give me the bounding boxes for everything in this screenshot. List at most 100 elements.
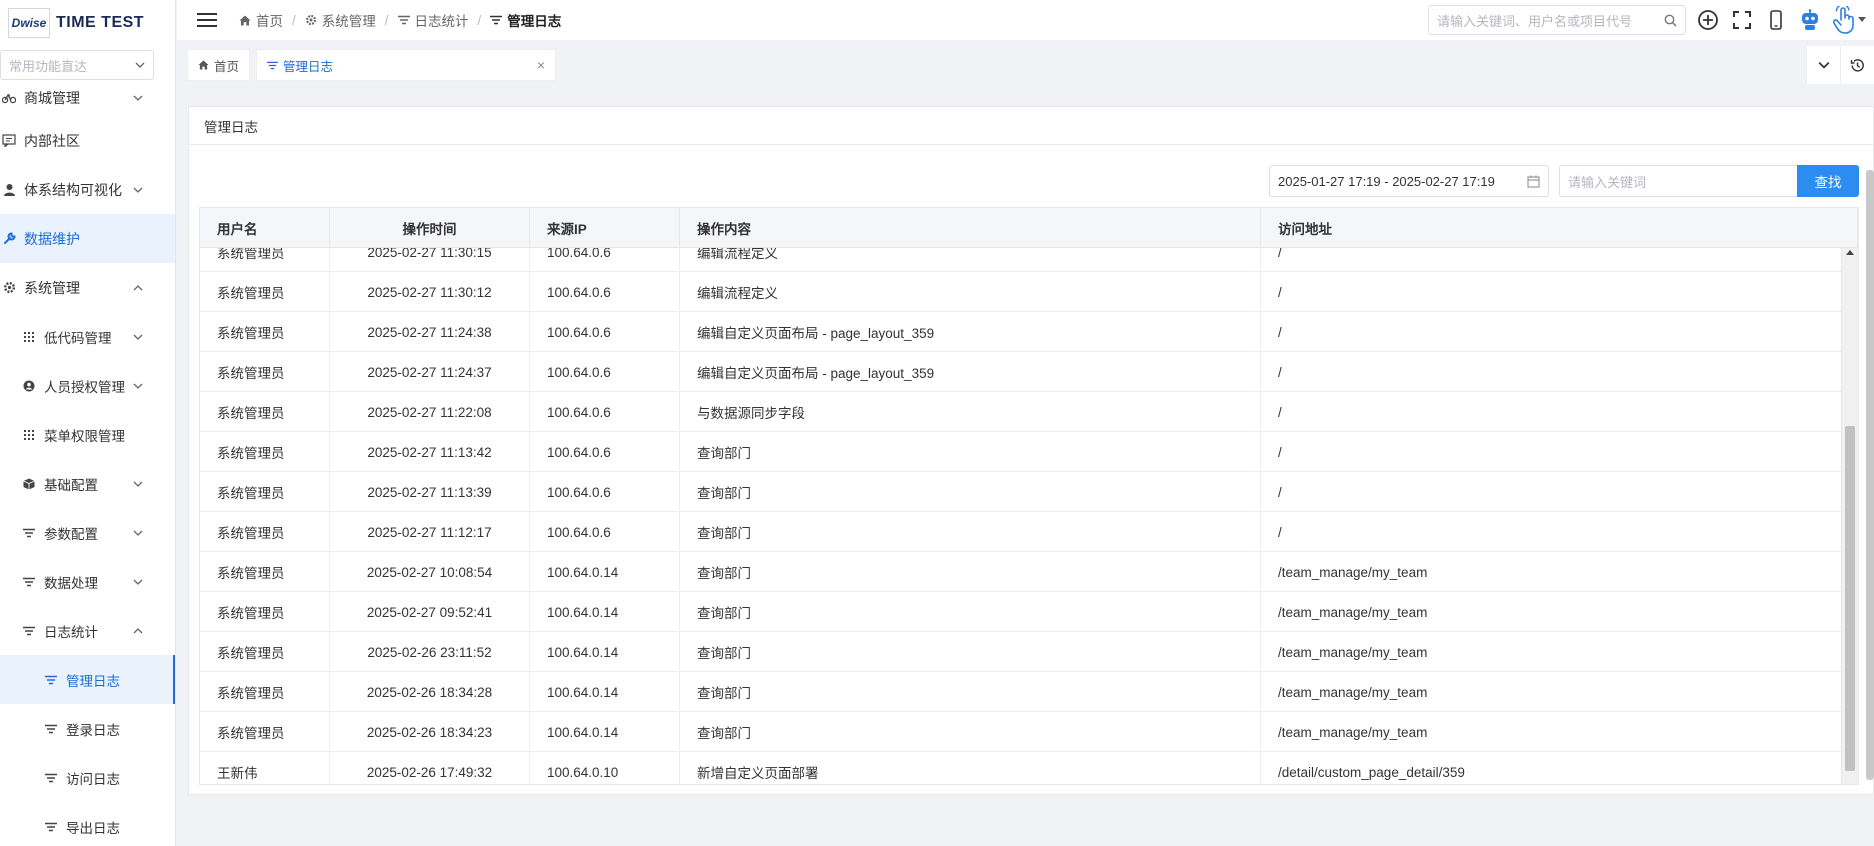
filter-icon	[22, 526, 36, 540]
bike-icon	[2, 91, 16, 105]
cell-content: 查询部门	[680, 472, 1261, 512]
cell-url: /team_manage/my_team	[1261, 592, 1843, 632]
table-row[interactable]: 系统管理员 2025-02-27 11:30:15 100.64.0.6 编辑流程定义…	[200, 248, 1843, 272]
table-row[interactable]: 系统管理员 2025-02-27 09:52:41 100.64.0.14 查询部门 /…	[200, 592, 1843, 632]
column-header-content[interactable]: 操作内容	[680, 208, 1261, 248]
sidebar-item-mall[interactable]: 商城管理	[0, 80, 175, 116]
sidebar-item-admin-log[interactable]: 管理日志	[0, 655, 175, 704]
quick-search-select[interactable]: 常用功能直达	[0, 50, 154, 80]
cell-ip: 100.64.0.6	[530, 432, 680, 472]
cell-content: 编辑自定义页面布局 - page_layout_359	[680, 312, 1261, 352]
sidebar-item-login-log[interactable]: 登录日志	[0, 704, 175, 753]
touch-hand-icon[interactable]	[1832, 6, 1866, 34]
tab-label: 首页	[214, 59, 240, 74]
close-icon[interactable]: ×	[537, 57, 545, 73]
chevron-down-icon	[133, 481, 143, 487]
table-row[interactable]: 系统管理员 2025-02-26 18:34:23 100.64.0.14 查询部门 /…	[200, 712, 1843, 752]
table-row[interactable]: 系统管理员 2025-02-27 11:24:37 100.64.0.6 编辑自定义页…	[200, 352, 1843, 392]
search-button[interactable]: 查找	[1797, 165, 1859, 197]
table-row[interactable]: 系统管理员 2025-02-27 11:30:12 100.64.0.6 编辑流程定义…	[200, 272, 1843, 312]
user-icon	[2, 183, 16, 197]
history-icon	[1850, 58, 1864, 72]
scroll-thumb[interactable]	[1845, 426, 1855, 771]
table-scrollbar[interactable]	[1841, 248, 1858, 784]
sidebar-item-log-stats[interactable]: 日志统计	[0, 606, 175, 655]
sidebar-item-label: 导出日志	[66, 820, 120, 836]
sidebar-item-param-config[interactable]: 参数配置	[0, 508, 175, 557]
table-row[interactable]: 系统管理员 2025-02-27 11:22:08 100.64.0.6 与数据源同步…	[200, 392, 1843, 432]
cell-url: /	[1261, 472, 1843, 512]
filter-icon	[44, 673, 58, 687]
cell-ip: 100.64.0.6	[530, 248, 680, 272]
breadcrumb-separator: /	[477, 12, 482, 28]
search-icon[interactable]	[1664, 14, 1677, 27]
table-row[interactable]: 系统管理员 2025-02-27 11:24:38 100.64.0.6 编辑自定义页…	[200, 312, 1843, 352]
sidebar-item-community[interactable]: 内部社区	[0, 116, 175, 165]
table-row[interactable]: 系统管理员 2025-02-27 11:13:42 100.64.0.6 查询部门 /	[200, 432, 1843, 472]
sidebar-item-system[interactable]: 系统管理	[0, 263, 175, 312]
sidebar-item-user-auth[interactable]: 人员授权管理	[0, 361, 175, 410]
history-button[interactable]	[1840, 46, 1874, 84]
cell-username: 系统管理员	[200, 312, 330, 352]
log-panel: 管理日志 2025-01-27 17:19 - 2025-02-27 17:19…	[188, 106, 1874, 795]
menu-toggle-icon[interactable]	[197, 13, 217, 27]
cell-content: 查询部门	[680, 592, 1261, 632]
column-header-ip[interactable]: 来源IP	[530, 208, 680, 248]
breadcrumb-log-stats[interactable]: 日志统计	[397, 10, 469, 30]
table-row[interactable]: 系统管理员 2025-02-27 10:08:54 100.64.0.14 查询部门 /…	[200, 552, 1843, 592]
cell-url: /detail/custom_page_detail/359	[1261, 752, 1843, 784]
sidebar-item-label: 人员授权管理	[44, 379, 125, 395]
column-header-username[interactable]: 用户名	[200, 208, 330, 248]
cell-username: 王新伟	[200, 752, 330, 784]
cell-url: /	[1261, 512, 1843, 552]
robot-icon[interactable]	[1798, 8, 1822, 32]
sidebar-item-menu-permission[interactable]: 菜单权限管理	[0, 410, 175, 459]
cell-url: /team_manage/my_team	[1261, 672, 1843, 712]
logo[interactable]: Dwise TIME TEST	[0, 0, 175, 46]
table-row[interactable]: 系统管理员 2025-02-27 11:13:39 100.64.0.6 查询部门 /	[200, 472, 1843, 512]
cell-content: 查询部门	[680, 512, 1261, 552]
tab-admin-log[interactable]: 管理日志 ×	[256, 49, 557, 81]
keyword-input[interactable]: 请输入关键词	[1559, 165, 1797, 197]
cell-username: 系统管理员	[200, 392, 330, 432]
logo-badge: Dwise	[8, 8, 50, 38]
sidebar-item-data-maintenance[interactable]: 数据维护	[0, 214, 175, 263]
tab-home[interactable]: 首页	[187, 49, 251, 81]
sidebar-item-access-log[interactable]: 访问日志	[0, 753, 175, 802]
breadcrumb-system[interactable]: 系统管理	[305, 10, 376, 30]
quick-search-placeholder: 常用功能直达	[9, 58, 88, 74]
add-circle-icon[interactable]	[1696, 8, 1720, 32]
cell-ip: 100.64.0.6	[530, 512, 680, 552]
cell-ip: 100.64.0.14	[530, 672, 680, 712]
table-row[interactable]: 系统管理员 2025-02-27 11:12:17 100.64.0.6 查询部门 /	[200, 512, 1843, 552]
table-row[interactable]: 王新伟 2025-02-26 17:49:32 100.64.0.10 新增自定义页面…	[200, 752, 1843, 784]
date-range-picker[interactable]: 2025-01-27 17:19 - 2025-02-27 17:19	[1269, 165, 1549, 197]
sidebar-item-lowcode[interactable]: 低代码管理	[0, 312, 175, 361]
cell-ip: 100.64.0.14	[530, 632, 680, 672]
sidebar-item-export-log[interactable]: 导出日志	[0, 802, 175, 846]
cell-username: 系统管理员	[200, 592, 330, 632]
chevron-down-icon	[133, 334, 143, 340]
table-row[interactable]: 系统管理员 2025-02-26 18:34:28 100.64.0.14 查询部门 /…	[200, 672, 1843, 712]
cell-content: 查询部门	[680, 632, 1261, 672]
cell-ip: 100.64.0.6	[530, 392, 680, 432]
sidebar-item-basic-config[interactable]: 基础配置	[0, 459, 175, 508]
cell-username: 系统管理员	[200, 672, 330, 712]
cell-time: 2025-02-27 11:24:37	[330, 352, 530, 392]
tabs-dropdown-button[interactable]	[1806, 46, 1840, 84]
column-header-url[interactable]: 访问地址	[1261, 208, 1858, 248]
cell-content: 编辑流程定义	[680, 248, 1261, 272]
page-scroll-thumb[interactable]	[1866, 170, 1874, 780]
breadcrumb-home[interactable]: 首页	[239, 10, 283, 30]
cell-username: 系统管理员	[200, 272, 330, 312]
sidebar-item-label: 低代码管理	[44, 330, 112, 346]
global-search-input[interactable]: 请输入关键词、用户名或项目代号	[1428, 5, 1686, 35]
page-scrollbar[interactable]	[1866, 170, 1874, 780]
scroll-up-arrow[interactable]	[1846, 250, 1854, 255]
sidebar-item-data-processing[interactable]: 数据处理	[0, 557, 175, 606]
mobile-icon[interactable]	[1764, 8, 1788, 32]
column-header-time[interactable]: 操作时间	[330, 208, 530, 248]
fullscreen-icon[interactable]	[1730, 8, 1754, 32]
table-row[interactable]: 系统管理员 2025-02-26 23:11:52 100.64.0.14 查询部门 /…	[200, 632, 1843, 672]
sidebar-item-architecture[interactable]: 体系结构可视化	[0, 165, 175, 214]
